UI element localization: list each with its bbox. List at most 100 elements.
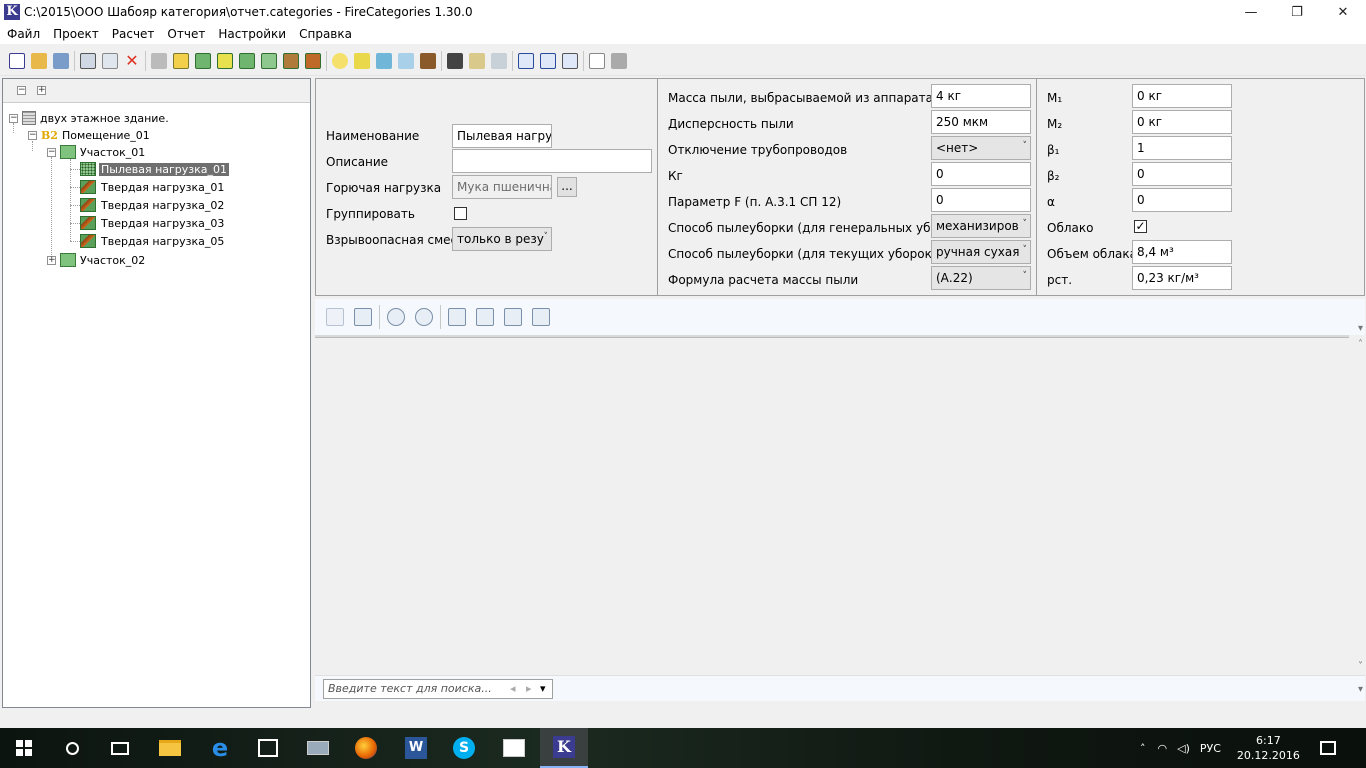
tree-node-section-2[interactable]: + Участок_02 [47, 251, 145, 269]
scroll-down-arrow-icon[interactable]: ˅ [1358, 661, 1363, 672]
f-param-field[interactable]: 0 [931, 188, 1031, 212]
density-field[interactable]: 0,23 кг/м³ [1132, 266, 1232, 290]
general-cleaning-select[interactable]: механизиров ˅ [931, 214, 1031, 238]
firefox-button[interactable] [342, 728, 390, 768]
search-prev-icon[interactable]: ◂ [510, 682, 516, 695]
add-liquid-load-icon[interactable] [239, 52, 255, 69]
formula-select[interactable]: (А.22) ˅ [931, 266, 1031, 290]
beta1-field[interactable]: 1 [1132, 136, 1232, 160]
pipe-shutoff-select[interactable]: <нет> ˅ [931, 136, 1031, 160]
menu-file[interactable]: Файл [1, 27, 46, 41]
collapse-all-button[interactable]: − [17, 86, 26, 95]
menu-calculation[interactable]: Расчет [106, 27, 161, 41]
copy-page-icon[interactable] [354, 308, 372, 326]
add-room-icon[interactable] [173, 52, 189, 69]
preview-icon[interactable] [562, 52, 578, 69]
zoom-in-icon[interactable] [387, 308, 405, 326]
run-all-icon[interactable] [540, 52, 556, 69]
tree-node-building[interactable]: − двух этажное здание. [9, 109, 169, 127]
menu-help[interactable]: Справка [293, 27, 358, 41]
solid-icon[interactable] [420, 52, 436, 69]
tree-node-room[interactable]: − В2 Помещение_01 [28, 126, 150, 144]
fuel-load-browse-button[interactable]: ... [557, 177, 577, 197]
report-icon[interactable] [589, 52, 605, 69]
dust-icon[interactable] [398, 52, 414, 69]
open-folder-icon[interactable] [31, 52, 47, 69]
add-building-icon[interactable] [151, 52, 167, 69]
computer-button[interactable] [294, 728, 342, 768]
dust-mass-field[interactable]: 4 кг [931, 84, 1031, 108]
beta2-field[interactable]: 0 [1132, 162, 1232, 186]
search-options-icon[interactable]: ▾ [540, 682, 546, 695]
skype-button[interactable]: S [440, 728, 488, 768]
tree-node-solid-load[interactable]: Твердая нагрузка_05 [80, 232, 224, 250]
hatch-icon[interactable] [469, 52, 485, 69]
add-section-icon[interactable] [195, 52, 211, 69]
fit-page-icon[interactable] [448, 308, 466, 326]
dispersity-field[interactable]: 250 мкм [931, 110, 1031, 134]
layers-icon[interactable] [491, 52, 507, 69]
scroll-up-icon[interactable]: ▾ [1358, 323, 1363, 334]
firecategories-taskbar-button[interactable]: K [540, 728, 588, 768]
kg-field[interactable]: 0 [931, 162, 1031, 186]
add-solid-load-alt-icon[interactable] [305, 52, 321, 69]
tree-node-section-1[interactable]: − Участок_01 [47, 143, 145, 161]
wifi-icon[interactable]: ◠ [1158, 742, 1168, 755]
collapse-toggle[interactable]: − [9, 113, 18, 123]
m1-field[interactable]: 0 кг [1132, 84, 1232, 108]
delete-icon[interactable]: ✕ [124, 52, 140, 69]
drops-icon[interactable] [376, 52, 392, 69]
tree-node-dust-load[interactable]: Пылевая нагрузка_01 [80, 160, 230, 178]
save-icon[interactable] [53, 52, 69, 69]
fuel-load-field[interactable]: Мука пшеничная [452, 175, 552, 199]
pump-icon[interactable] [447, 52, 463, 69]
start-button[interactable] [0, 728, 48, 768]
print-icon[interactable] [326, 308, 344, 326]
tree-node-solid-load[interactable]: Твердая нагрузка_03 [80, 214, 224, 232]
alpha-field[interactable]: 0 [1132, 188, 1232, 212]
clock[interactable]: 6:17 20.12.2016 [1237, 733, 1300, 763]
new-project-icon[interactable] [9, 52, 25, 69]
scroll-up-arrow-icon[interactable]: ˄ [1358, 339, 1363, 350]
cloud-volume-field[interactable]: 8,4 м³ [1132, 240, 1232, 264]
liquid-icon[interactable] [354, 52, 370, 69]
minimize-button[interactable]: — [1228, 0, 1274, 24]
notifications-icon[interactable] [1319, 741, 1336, 755]
photos-button[interactable] [490, 728, 538, 768]
copy-icon[interactable] [80, 52, 96, 69]
language-indicator[interactable]: РУС [1200, 742, 1221, 755]
two-pages-icon[interactable] [532, 308, 550, 326]
word-button[interactable]: W [392, 728, 440, 768]
group-checkbox[interactable] [454, 207, 467, 220]
paste-icon[interactable] [102, 52, 118, 69]
store-button[interactable] [244, 728, 292, 768]
expand-toggle[interactable]: + [47, 255, 56, 265]
name-field[interactable]: Пылевая нагрузк [452, 124, 552, 148]
current-cleaning-select[interactable]: ручная сухая ˅ [931, 240, 1031, 264]
add-gas-load-icon[interactable] [217, 52, 233, 69]
tree-node-solid-load[interactable]: Твердая нагрузка_02 [80, 196, 224, 214]
collapse-toggle[interactable]: − [47, 147, 56, 157]
explosive-mix-select[interactable]: только в резу ˅ [452, 227, 552, 251]
calculator-icon[interactable] [611, 52, 627, 69]
fit-width-icon[interactable] [476, 308, 494, 326]
menu-report[interactable]: Отчет [161, 27, 211, 41]
menu-settings[interactable]: Настройки [212, 27, 292, 41]
file-explorer-button[interactable] [146, 728, 194, 768]
description-field[interactable] [452, 149, 652, 173]
restore-button[interactable]: ❐ [1274, 0, 1320, 24]
cloud-checkbox[interactable]: ✓ [1134, 220, 1147, 233]
tree-node-solid-load[interactable]: Твердая нагрузка_01 [80, 178, 224, 196]
menu-project[interactable]: Проект [47, 27, 105, 41]
scroll-down-icon[interactable]: ▾ [1358, 684, 1363, 695]
edge-browser-button[interactable]: e [196, 728, 244, 768]
volume-icon[interactable]: ◁) [1177, 742, 1190, 755]
search-button[interactable] [48, 728, 96, 768]
search-next-icon[interactable]: ▸ [526, 682, 532, 695]
task-view-button[interactable] [96, 728, 144, 768]
search-input[interactable]: Введите текст для поиска... ◂ ▸ ▾ [323, 679, 553, 699]
close-button[interactable]: ✕ [1320, 0, 1366, 24]
zoom-out-icon[interactable] [415, 308, 433, 326]
add-dust-load-icon[interactable] [261, 52, 277, 69]
gas-icon[interactable] [332, 52, 348, 69]
